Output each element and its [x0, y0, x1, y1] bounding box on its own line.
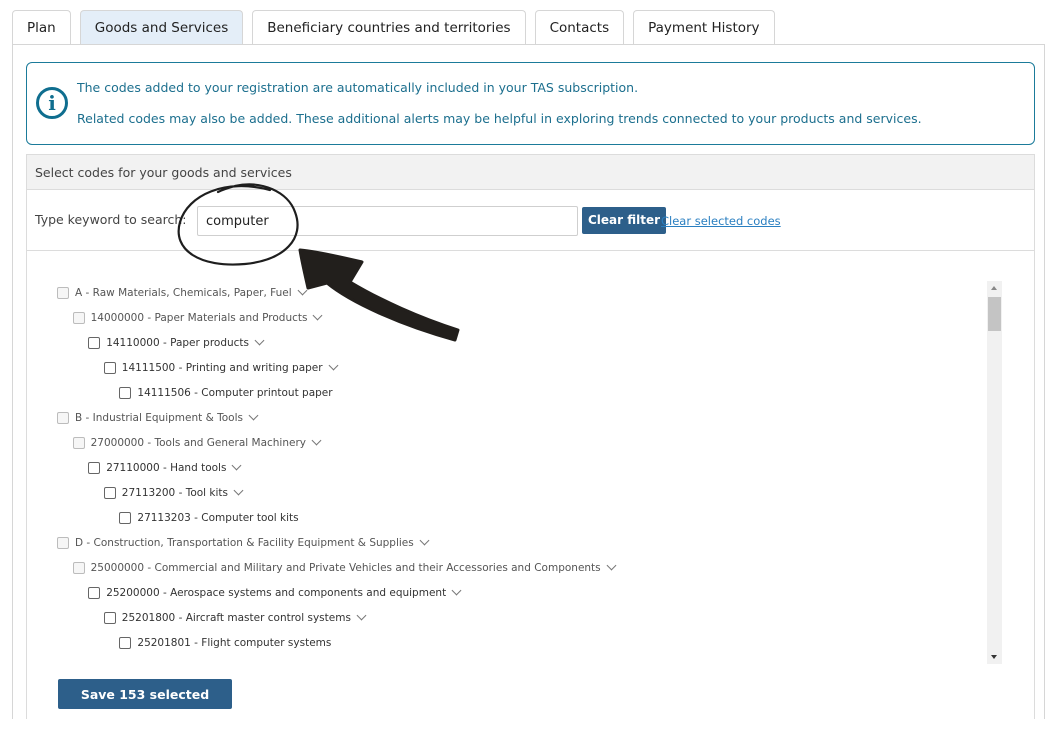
- tree-item-label: 27000000 - Tools and General Machinery: [90, 437, 306, 449]
- tree-item[interactable]: 27000000 - Tools and General Machinery: [72, 434, 322, 452]
- checkbox-icon[interactable]: [119, 512, 132, 524]
- tree-item-label: 25000000 - Commercial and Military and P…: [90, 562, 601, 574]
- tree-item-label: 14111506 - Computer printout paper: [137, 387, 333, 399]
- tree-item[interactable]: 14111500 - Printing and writing paper: [103, 359, 339, 377]
- tree-item-label: 25201801 - Flight computer systems: [137, 637, 332, 649]
- tab-contacts[interactable]: Contacts: [534, 10, 625, 45]
- tree-item[interactable]: 14110000 - Paper products: [88, 334, 265, 352]
- tree-item[interactable]: D - Construction, Transportation & Facil…: [57, 534, 430, 552]
- search-input[interactable]: [197, 206, 578, 236]
- tree-item-label: 25200000 - Aerospace systems and compone…: [106, 587, 447, 599]
- checkbox-icon[interactable]: [103, 612, 116, 624]
- chevron-down-icon[interactable]: [297, 285, 308, 295]
- tab-goods-and-services[interactable]: Goods and Services: [79, 10, 244, 45]
- checkbox-icon[interactable]: [103, 487, 116, 499]
- tree-item-label: 27113200 - Tool kits: [121, 487, 229, 499]
- section-header: Select codes for your goods and services: [27, 155, 1034, 190]
- chevron-down-icon[interactable]: [328, 360, 339, 370]
- checkbox-icon[interactable]: [119, 387, 132, 399]
- search-row: Type keyword to search: Clear filter Cle…: [27, 190, 1034, 251]
- tab-plan[interactable]: Plan: [12, 10, 71, 45]
- tree-item[interactable]: 27113200 - Tool kits: [103, 484, 244, 502]
- tree-item-label: 27110000 - Hand tools: [106, 462, 227, 474]
- checkbox-icon[interactable]: [103, 362, 116, 374]
- tree-item[interactable]: 27113203 - Computer tool kits: [119, 509, 299, 527]
- checkbox-icon[interactable]: [72, 312, 85, 324]
- tree-item[interactable]: 25201800 - Aircraft master control syste…: [103, 609, 367, 627]
- tree-item-label: 14000000 - Paper Materials and Products: [90, 312, 308, 324]
- scroll-thumb[interactable]: [988, 297, 1001, 331]
- clear-filter-button[interactable]: Clear filter: [582, 207, 667, 234]
- chevron-down-icon[interactable]: [254, 335, 265, 345]
- tree-item[interactable]: 25201801 - Flight computer systems: [119, 634, 331, 652]
- chevron-down-icon[interactable]: [313, 310, 323, 320]
- checkbox-icon[interactable]: [88, 462, 101, 474]
- select-codes-section: Select codes for your goods and services…: [26, 154, 1035, 719]
- tree-item-label: D - Construction, Transportation & Facil…: [75, 537, 414, 549]
- tab-bar: Plan Goods and Services Beneficiary coun…: [12, 10, 784, 45]
- tab-payment-history[interactable]: Payment History: [633, 10, 775, 45]
- code-tree: A - Raw Materials, Chemicals, Paper, Fue…: [27, 280, 1027, 665]
- tree-item-label: 27113203 - Computer tool kits: [137, 512, 299, 524]
- tree-item[interactable]: 25200000 - Aerospace systems and compone…: [88, 584, 462, 602]
- search-label: Type keyword to search:: [35, 212, 187, 227]
- tree-item-label: 14111500 - Printing and writing paper: [121, 362, 323, 374]
- tree-item-label: A - Raw Materials, Chemicals, Paper, Fue…: [75, 287, 292, 299]
- checkbox-icon[interactable]: [88, 587, 101, 599]
- checkbox-icon[interactable]: [57, 537, 69, 549]
- save-selected-codes-button[interactable]: Save 153 selected codes: [58, 679, 232, 732]
- tree-scrollbar[interactable]: [987, 281, 1002, 664]
- checkbox-icon[interactable]: [57, 287, 69, 299]
- chevron-down-icon[interactable]: [419, 535, 430, 545]
- info-text-line-2: Related codes may also be added. These a…: [77, 111, 922, 126]
- tab-divider: [12, 44, 1045, 45]
- tree-item[interactable]: 27110000 - Hand tools: [88, 459, 242, 477]
- checkbox-icon[interactable]: [57, 412, 69, 424]
- tree-item[interactable]: 25000000 - Commercial and Military and P…: [72, 559, 617, 577]
- clear-selected-codes-link[interactable]: Clear selected codes: [661, 214, 781, 228]
- chevron-down-icon[interactable]: [231, 460, 242, 470]
- tree-item[interactable]: 14111506 - Computer printout paper: [119, 384, 333, 402]
- checkbox-icon[interactable]: [119, 637, 132, 649]
- info-icon: i: [36, 87, 68, 119]
- tree-item-label: 14110000 - Paper products: [106, 337, 250, 349]
- info-text-line-1: The codes added to your registration are…: [77, 80, 639, 95]
- checkbox-icon[interactable]: [72, 562, 85, 574]
- info-alert: i The codes added to your registration a…: [26, 62, 1035, 145]
- tree-item[interactable]: A - Raw Materials, Chemicals, Paper, Fue…: [57, 284, 308, 302]
- scroll-up-icon[interactable]: [991, 286, 997, 290]
- chevron-down-icon[interactable]: [311, 435, 322, 445]
- tree-item[interactable]: 14000000 - Paper Materials and Products: [72, 309, 323, 327]
- checkbox-icon[interactable]: [88, 337, 101, 349]
- tree-item[interactable]: B - Industrial Equipment & Tools: [57, 409, 259, 427]
- checkbox-icon[interactable]: [72, 437, 85, 449]
- chevron-down-icon[interactable]: [606, 560, 617, 570]
- tree-item-label: B - Industrial Equipment & Tools: [75, 412, 243, 424]
- tree-item-label: 25201800 - Aircraft master control syste…: [121, 612, 351, 624]
- scroll-down-icon[interactable]: [991, 655, 997, 659]
- chevron-down-icon[interactable]: [451, 585, 462, 595]
- chevron-down-icon[interactable]: [248, 410, 259, 420]
- chevron-down-icon[interactable]: [233, 485, 244, 495]
- chevron-down-icon[interactable]: [356, 610, 367, 620]
- tab-beneficiary-countries[interactable]: Beneficiary countries and territories: [252, 10, 526, 45]
